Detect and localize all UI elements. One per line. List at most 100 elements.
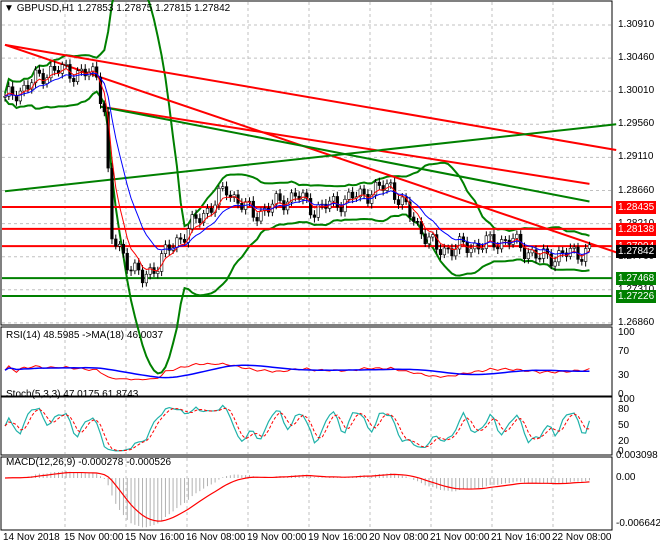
macd-tick: 0.003098 (616, 450, 658, 462)
candle-body (133, 262, 137, 272)
candle-body (377, 181, 381, 186)
ma-slow (4, 72, 590, 256)
candle-body (312, 214, 317, 218)
price-tick: 1.29110 (618, 151, 654, 163)
candle-body (412, 216, 416, 222)
level-price-tag: 1.28435 (616, 201, 657, 215)
candle-body (118, 243, 122, 247)
candle-body (129, 269, 133, 272)
candle-body (423, 233, 427, 245)
candle-body (22, 84, 26, 92)
level-price-tag: 1.28138 (616, 222, 657, 236)
time-tick: 14 Nov 2018 (3, 532, 60, 543)
ohlc-open: 1.27853 (77, 3, 114, 14)
stoch-tick: 50 (618, 420, 630, 431)
candle-body (572, 246, 576, 249)
candle-body (64, 64, 68, 66)
candle-body (278, 193, 282, 201)
candle-body (102, 103, 106, 113)
candle-body (335, 196, 339, 208)
price-tick: 1.29560 (618, 118, 655, 130)
candle-body (343, 198, 347, 213)
time-tick: 19 Nov 00:00 (247, 532, 307, 543)
candle-body (561, 250, 565, 254)
candle-body (431, 234, 435, 238)
ohlc-close: 1.27842 (194, 3, 231, 14)
candle-body (114, 238, 118, 247)
candle-body (60, 64, 64, 74)
candle-body (79, 68, 83, 72)
candle-body (480, 248, 485, 250)
time-tick: 19 Nov 16:00 (308, 532, 368, 543)
bollinger-upper (4, 0, 590, 237)
price-tick: 1.30010 (618, 85, 655, 97)
candle-body (538, 257, 542, 260)
time-tick: 20 Nov 08:00 (369, 532, 429, 543)
candle-body (522, 247, 527, 260)
rsi-line (4, 362, 590, 381)
candle-body (182, 238, 187, 243)
panel-frame (0, 0, 613, 326)
collapse-arrow-icon[interactable]: ▼ (4, 3, 14, 14)
rsi-tick: 70 (618, 345, 630, 357)
candle-body (496, 246, 500, 250)
candle-body (26, 84, 30, 90)
price-tick: 1.30910 (618, 19, 655, 30)
candle-body (331, 196, 336, 202)
panel-frame (0, 396, 613, 456)
macd-label: MACD(12,26,9) -0.000278 -0.000526 (6, 457, 172, 468)
price-tick: 1.28660 (618, 184, 655, 196)
candle-body (389, 182, 393, 185)
chart-header: ▼ GBPUSD,H1 1.27853 1.27875 1.27815 1.27… (4, 3, 230, 14)
candle-body (469, 248, 473, 253)
candle-body (400, 196, 404, 205)
candle-body (125, 252, 129, 271)
candle-body (274, 193, 278, 205)
time-tick: 21 Nov 00:00 (430, 532, 490, 543)
candle-body (224, 186, 229, 196)
ohlc-high: 1.27875 (116, 3, 153, 14)
candle-body (251, 200, 255, 218)
candle-body (438, 249, 443, 256)
candle-body (72, 78, 76, 82)
stoch-tick: 20 (618, 435, 630, 447)
chart-window[interactable]: ▼ GBPUSD,H1 1.27853 1.27875 1.27815 1.27… (0, 0, 660, 550)
candle-body (457, 236, 462, 250)
stoch-tick: 80 (618, 404, 630, 416)
macd-tick: 0.00 (616, 472, 636, 483)
time-tick: 22 Nov 08:00 (552, 532, 612, 543)
candle-body (198, 218, 202, 223)
candle-body (179, 237, 183, 240)
candle-body (492, 234, 496, 248)
candle-body (18, 90, 22, 102)
candle-body (580, 259, 584, 262)
level-price-tag: 1.27468 (616, 272, 657, 286)
candle-body (526, 252, 530, 260)
candle-body (362, 188, 366, 195)
candle-body (499, 239, 504, 250)
time-tick: 16 Nov 08:00 (186, 532, 246, 543)
candle-body (553, 261, 557, 267)
candle-body (205, 207, 210, 214)
rsi-ma-line (4, 364, 590, 379)
candle-body (53, 66, 57, 71)
candle-body (446, 247, 450, 250)
candle-body (427, 236, 431, 245)
candle-body (301, 192, 305, 200)
candle-body (351, 191, 355, 199)
candle-body (37, 69, 41, 74)
candle-body (293, 192, 297, 197)
candle-body (587, 244, 592, 249)
candle-body (347, 191, 351, 200)
candle-body (259, 210, 263, 222)
candle-body (121, 243, 126, 254)
time-tick: 15 Nov 00:00 (64, 532, 124, 543)
stoch-tick: 100 (618, 394, 635, 405)
candle-body (209, 207, 213, 213)
candle-body (515, 233, 519, 239)
candle-body (144, 273, 148, 284)
symbol: GBPUSD,H1 (16, 3, 75, 14)
candle-body (484, 235, 488, 249)
price-tick: 1.30460 (618, 52, 655, 64)
level-price-tag: 1.27226 (616, 289, 657, 303)
